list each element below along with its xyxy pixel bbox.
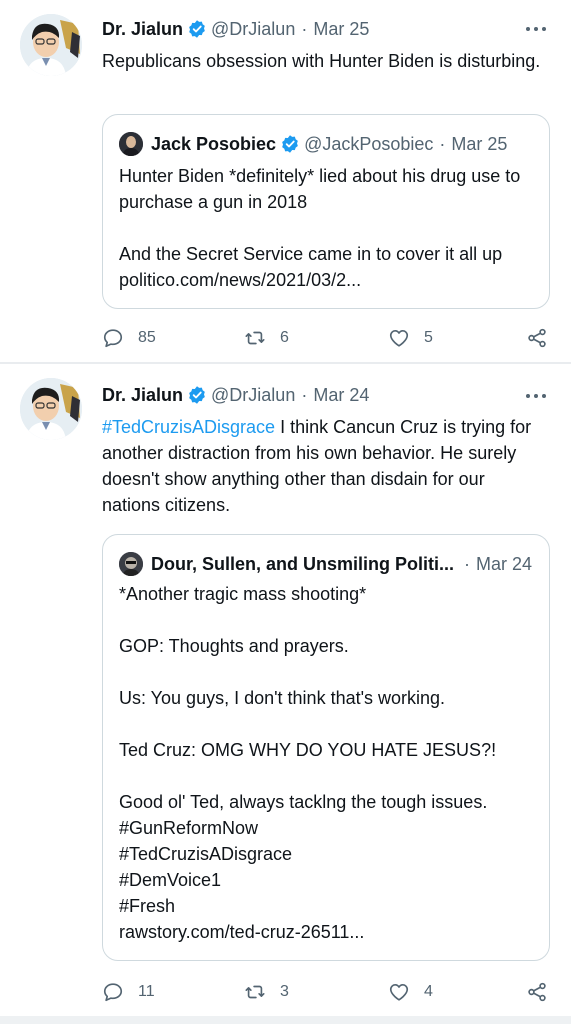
tweet-text: Republicans obsession with Hunter Biden …: [102, 51, 541, 71]
hashtag-link[interactable]: #TedCruzisADisgrace: [102, 417, 275, 437]
quoted-tweet-header: Dour, Sullen, and Unsmiling Politi... · …: [119, 551, 532, 577]
quoted-author-name[interactable]: Jack Posobiec: [151, 134, 276, 155]
quoted-tweet-date: Mar 24: [476, 553, 533, 574]
separator-dot: ·: [301, 384, 308, 405]
share-nodes-icon: [528, 328, 546, 348]
quoted-author-avatar: [119, 552, 143, 576]
author-handle[interactable]: @DrJialun: [211, 385, 295, 406]
tweet-actions: 11 3 4: [102, 980, 552, 1004]
tweet-header: Dr. Jialun @DrJialun · Mar 24: [102, 382, 369, 408]
retweet-count: 6: [280, 329, 289, 346]
retweet-arrows-icon: [245, 331, 265, 345]
avatar-image: [20, 14, 82, 76]
like-count: 5: [424, 329, 433, 346]
quoted-author-name[interactable]: Dour, Sullen, and Unsmiling Politi...: [151, 554, 454, 575]
quoted-author-avatar: [119, 132, 143, 156]
heart-icon: [389, 330, 409, 347]
separator-dot: ·: [464, 553, 471, 574]
quoted-tweet-text: Hunter Biden *definitely* lied about his…: [119, 166, 521, 290]
tweet-divider: [0, 1016, 571, 1024]
reply-button[interactable]: 11: [102, 980, 155, 1004]
quoted-tweet-header: Jack Posobiec @JackPosobiec · Mar 25: [119, 131, 507, 157]
like-button[interactable]: 5: [388, 326, 433, 350]
author-name[interactable]: Dr. Jialun: [102, 385, 183, 406]
heart-icon: [389, 984, 409, 1001]
retweet-button[interactable]: 6: [244, 326, 289, 350]
share-button[interactable]: [526, 326, 548, 350]
tweet-actions: 85 6 5: [102, 326, 552, 350]
verified-badge-icon: [282, 135, 298, 153]
separator-dot: ·: [439, 133, 446, 154]
more-dots-icon[interactable]: [526, 24, 552, 34]
quoted-author-handle[interactable]: @JackPosobiec: [304, 134, 433, 155]
verified-badge-icon: [189, 386, 205, 404]
author-avatar[interactable]: [20, 378, 82, 440]
quoted-tweet[interactable]: Dour, Sullen, and Unsmiling Politi... · …: [102, 534, 550, 961]
avatar-image: [20, 378, 82, 440]
quoted-tweet[interactable]: Jack Posobiec @JackPosobiec · Mar 25 Hun…: [102, 114, 550, 309]
quoted-avatar-image: [119, 552, 143, 576]
share-nodes-icon: [528, 982, 546, 1002]
reply-count: 11: [138, 983, 155, 1000]
author-handle[interactable]: @DrJialun: [211, 19, 295, 40]
tweet[interactable]: Dr. Jialun @DrJialun · Mar 25 Republican…: [0, 0, 571, 364]
separator-dot: ·: [301, 18, 308, 39]
like-button[interactable]: 4: [388, 980, 433, 1004]
reply-bubble-icon: [103, 329, 123, 348]
retweet-arrows-icon: [245, 985, 265, 999]
tweet[interactable]: Dr. Jialun @DrJialun · Mar 24 #TedCruzis…: [0, 364, 571, 1016]
reply-bubble-icon: [103, 983, 123, 1002]
tweet-header: Dr. Jialun @DrJialun · Mar 25: [102, 16, 369, 42]
reply-button[interactable]: 85: [102, 326, 156, 350]
quoted-avatar-image: [119, 132, 143, 156]
reply-count: 85: [138, 329, 156, 346]
quoted-tweet-date: Mar 25: [451, 133, 508, 154]
more-dots-icon[interactable]: [526, 391, 552, 401]
verified-badge-icon: [189, 20, 205, 38]
retweet-button[interactable]: 3: [244, 980, 289, 1004]
author-avatar[interactable]: [20, 14, 82, 76]
tweet-date[interactable]: Mar 24: [313, 385, 369, 406]
author-name[interactable]: Dr. Jialun: [102, 19, 183, 40]
retweet-count: 3: [280, 983, 289, 1000]
share-button[interactable]: [526, 980, 548, 1004]
tweet-date[interactable]: Mar 25: [313, 19, 369, 40]
like-count: 4: [424, 983, 433, 1000]
tweet-text: #TedCruzisADisgrace I think Cancun Cruz …: [102, 414, 542, 518]
quoted-tweet-text: *Another tragic mass shooting* GOP: Thou…: [119, 584, 497, 942]
